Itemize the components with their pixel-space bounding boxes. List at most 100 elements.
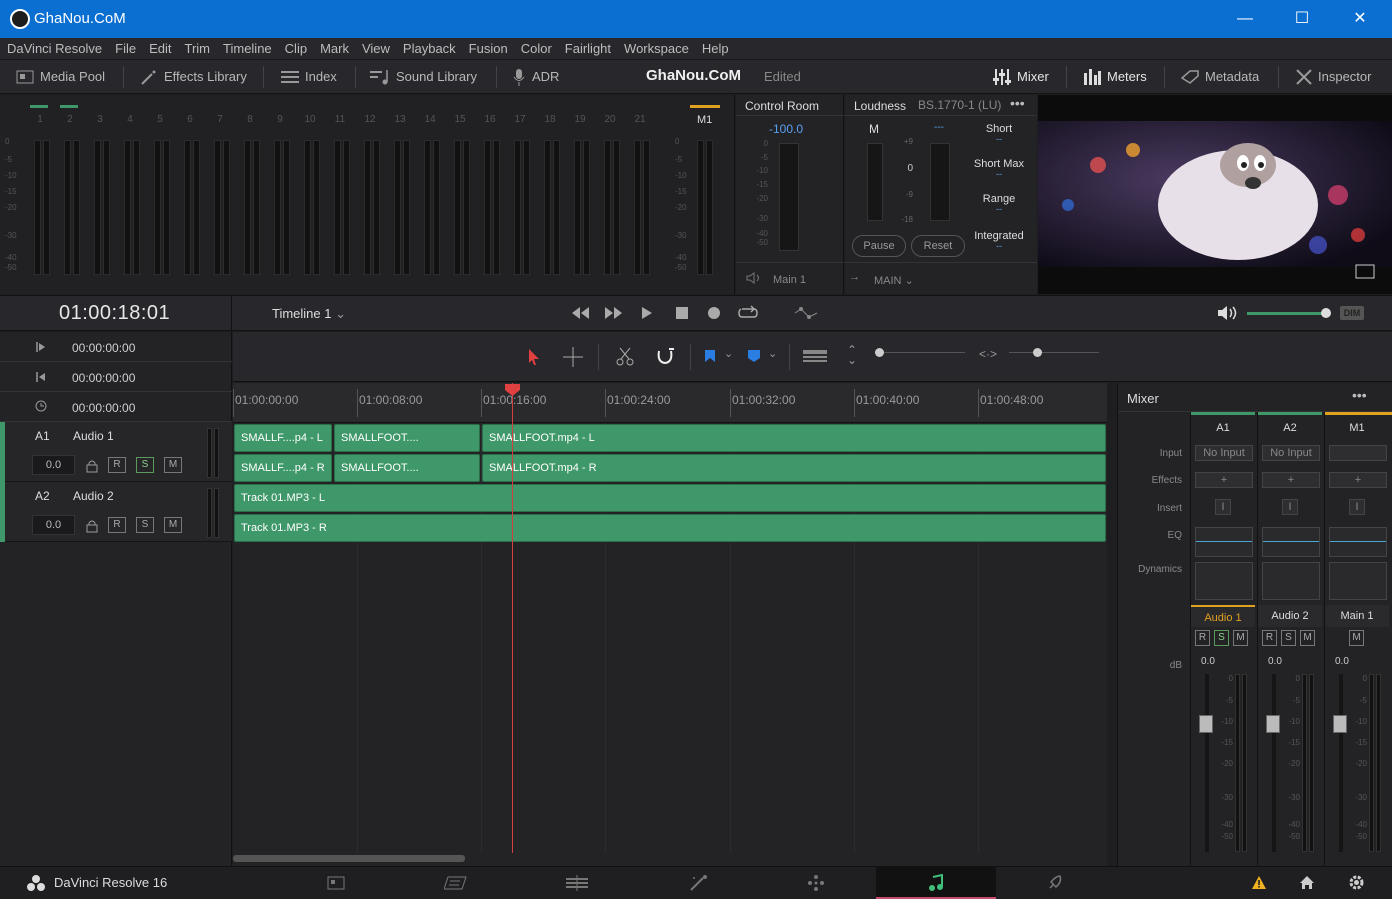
channel-input[interactable] <box>1329 445 1387 461</box>
edit-page-icon[interactable] <box>566 875 588 891</box>
meters-toggle-button[interactable]: Meters <box>1083 60 1147 94</box>
menu-help[interactable]: Help <box>695 38 735 58</box>
channel-input[interactable]: No Input <box>1195 445 1253 461</box>
audio-clip[interactable]: SMALLF....p4 - L <box>234 424 332 452</box>
fader-handle[interactable] <box>1333 715 1347 733</box>
media-pool-button[interactable]: Media Pool <box>16 60 105 94</box>
range-select-icon[interactable] <box>563 347 583 367</box>
horizontal-zoom-slider[interactable] <box>1009 352 1099 353</box>
flag-icon[interactable] <box>704 349 716 363</box>
loudness-options-button[interactable]: ••• <box>1010 95 1025 111</box>
volume-slider-handle[interactable] <box>1321 308 1331 318</box>
mute-button[interactable]: M <box>1233 630 1248 646</box>
channel-input[interactable]: No Input <box>1262 445 1320 461</box>
automation-icon[interactable] <box>793 305 819 321</box>
deliver-page-icon[interactable] <box>1046 874 1064 892</box>
timeline-selector[interactable]: Timeline 1 ⌄ <box>272 306 346 322</box>
media-page-icon[interactable] <box>327 875 345 891</box>
eq-graph[interactable] <box>1195 527 1253 557</box>
dim-button[interactable]: DIM <box>1340 306 1364 320</box>
record-arm-button[interactable]: R <box>108 517 126 533</box>
mute-button[interactable]: M <box>164 457 182 473</box>
mark-in-timecode[interactable]: 00:00:00:00 <box>72 341 135 355</box>
vertical-zoom-slider[interactable] <box>875 352 965 353</box>
audio-clip[interactable]: SMALLFOOT.mp4 - R <box>482 454 1106 482</box>
channel-name[interactable]: Main 1 <box>1325 605 1389 627</box>
zoom-full-icon[interactable] <box>802 349 828 363</box>
dynamics-graph[interactable] <box>1262 562 1320 600</box>
vertical-zoom-icon[interactable]: ⌃ ⌄ <box>847 344 857 366</box>
video-viewer[interactable] <box>1038 95 1392 294</box>
playhead-handle[interactable] <box>504 383 521 397</box>
close-button[interactable]: ✕ <box>1348 8 1372 30</box>
track-volume[interactable]: 0.0 <box>32 455 75 475</box>
timeline-ruler[interactable]: 01:00:00:00 01:00:08:00 01:00:16:00 01:0… <box>233 383 1107 423</box>
menu-clip[interactable]: Clip <box>278 38 313 58</box>
audio-clip[interactable]: SMALLF....p4 - R <box>234 454 332 482</box>
volume-icon[interactable] <box>1217 305 1239 321</box>
adr-button[interactable]: ADR <box>512 60 559 94</box>
loop-icon[interactable] <box>737 305 759 321</box>
menu-mark[interactable]: Mark <box>313 38 355 58</box>
fader-handle[interactable] <box>1199 715 1213 733</box>
menu-davinci[interactable]: DaVinci Resolve <box>0 38 108 58</box>
timeline[interactable]: 01:00:00:00 01:00:08:00 01:00:16:00 01:0… <box>233 383 1107 866</box>
audio-clip[interactable]: Track 01.MP3 - R <box>234 514 1106 542</box>
fast-forward-icon[interactable] <box>604 305 624 321</box>
horizontal-zoom-handle[interactable] <box>1033 348 1042 357</box>
solo-button[interactable]: S <box>1281 630 1296 646</box>
chevron-down-icon[interactable]: ⌄ <box>724 347 733 360</box>
record-arm-button[interactable]: R <box>1262 630 1277 646</box>
track-header-a2[interactable]: A2 Audio 2 0.0 R S M <box>0 482 232 542</box>
solo-button[interactable]: S <box>1214 630 1229 646</box>
audio-clip[interactable]: SMALLFOOT.... <box>334 424 480 452</box>
minimize-button[interactable]: — <box>1233 8 1257 30</box>
current-timecode[interactable]: 01:00:18:01 <box>59 302 170 325</box>
effects-library-button[interactable]: Effects Library <box>140 60 247 94</box>
audio-clip[interactable]: SMALLFOOT.mp4 - L <box>482 424 1106 452</box>
menu-view[interactable]: View <box>355 38 396 58</box>
menu-trim[interactable]: Trim <box>178 38 217 58</box>
mute-button[interactable]: M <box>164 517 182 533</box>
menu-fairlight[interactable]: Fairlight <box>558 38 617 58</box>
cut-page-icon[interactable] <box>444 875 468 891</box>
play-icon[interactable] <box>640 305 654 321</box>
loudness-route[interactable]: MAIN ⌄ <box>874 274 914 287</box>
menu-timeline[interactable]: Timeline <box>216 38 278 58</box>
eq-graph[interactable] <box>1262 527 1320 557</box>
razor-icon[interactable] <box>615 347 635 367</box>
control-room-level[interactable]: -100.0 <box>769 122 803 136</box>
menu-file[interactable]: File <box>108 38 142 58</box>
inspector-toggle-button[interactable]: Inspector <box>1296 60 1371 94</box>
insert-button[interactable]: I <box>1215 499 1231 515</box>
dynamics-graph[interactable] <box>1195 562 1253 600</box>
audio-clip[interactable]: Track 01.MP3 - L <box>234 484 1106 512</box>
record-arm-button[interactable]: R <box>1195 630 1210 646</box>
eq-graph[interactable] <box>1329 527 1387 557</box>
duration-timecode[interactable]: 00:00:00:00 <box>72 401 135 415</box>
lock-icon[interactable] <box>86 459 98 473</box>
dynamics-graph[interactable] <box>1329 562 1387 600</box>
insert-button[interactable]: I <box>1349 499 1365 515</box>
control-room-output[interactable]: Main 1 <box>773 274 806 286</box>
menu-color[interactable]: Color <box>514 38 558 58</box>
timeline-scrollbar[interactable] <box>233 855 465 862</box>
sound-library-button[interactable]: Sound Library <box>370 60 477 94</box>
solo-button[interactable]: S <box>136 517 154 533</box>
menu-workspace[interactable]: Workspace <box>617 38 695 58</box>
mixer-toggle-button[interactable]: Mixer <box>993 60 1049 94</box>
channel-name[interactable]: Audio 1 <box>1191 605 1255 627</box>
rewind-icon[interactable] <box>570 305 590 321</box>
mixer-options-button[interactable]: ••• <box>1352 387 1367 403</box>
record-icon[interactable] <box>707 306 721 320</box>
stop-icon[interactable] <box>675 306 689 320</box>
add-effect-button[interactable]: + <box>1262 472 1320 488</box>
track-header-a1[interactable]: A1 Audio 1 0.0 R S M <box>0 422 232 482</box>
marker-icon[interactable] <box>747 349 761 363</box>
loudness-standard[interactable]: BS.1770-1 (LU) <box>918 98 1001 112</box>
playhead-line[interactable] <box>512 383 513 853</box>
add-effect-button[interactable]: + <box>1329 472 1387 488</box>
solo-button[interactable]: S <box>136 457 154 473</box>
volume-slider[interactable] <box>1247 312 1325 315</box>
loudness-reset-button[interactable]: Reset <box>911 235 965 257</box>
